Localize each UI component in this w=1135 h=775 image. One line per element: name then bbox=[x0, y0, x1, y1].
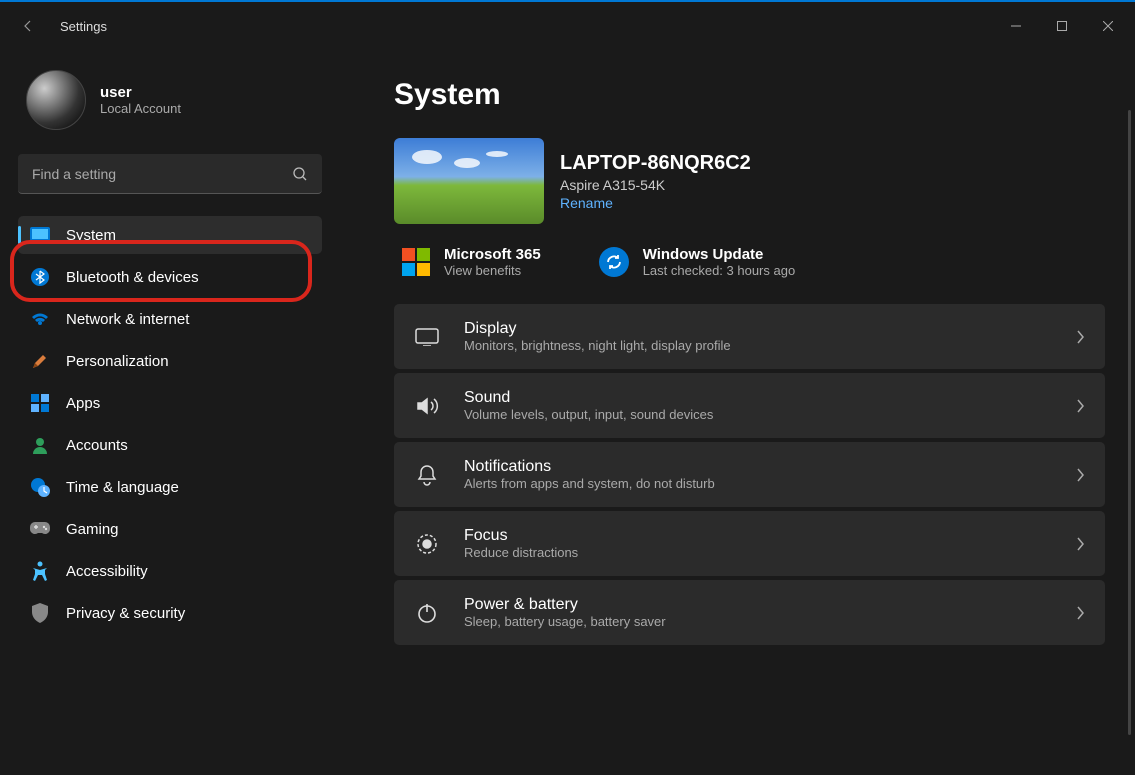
arrow-left-icon bbox=[20, 18, 36, 34]
card-title: Focus bbox=[464, 527, 1051, 545]
sidebar-item-apps[interactable]: Apps bbox=[18, 384, 322, 422]
card-sub: Reduce distractions bbox=[464, 545, 1051, 560]
update-icon bbox=[599, 247, 629, 277]
user-name: user bbox=[100, 84, 181, 101]
sidebar-item-label: Gaming bbox=[66, 521, 119, 538]
maximize-button[interactable] bbox=[1039, 10, 1085, 42]
card-sub: Volume levels, output, input, sound devi… bbox=[464, 407, 1051, 422]
windows-update-card[interactable]: Windows Update Last checked: 3 hours ago bbox=[599, 246, 796, 278]
minimize-icon bbox=[1011, 21, 1021, 31]
microsoft-365-card[interactable]: Microsoft 365 View benefits bbox=[402, 246, 541, 278]
card-power[interactable]: Power & battery Sleep, battery usage, ba… bbox=[394, 580, 1105, 645]
page-title: System bbox=[394, 78, 1105, 112]
close-icon bbox=[1103, 21, 1113, 31]
sidebar-item-label: Time & language bbox=[66, 479, 179, 496]
user-block[interactable]: user Local Account bbox=[18, 70, 322, 130]
card-focus[interactable]: Focus Reduce distractions bbox=[394, 511, 1105, 576]
settings-window: Settings user Local Account bbox=[0, 0, 1135, 775]
nav: System Bluetooth & devices Network & int… bbox=[18, 216, 322, 632]
maximize-icon bbox=[1057, 21, 1067, 31]
update-sub: Last checked: 3 hours ago bbox=[643, 263, 796, 278]
device-row: LAPTOP-86NQR6C2 Aspire A315-54K Rename bbox=[394, 138, 1105, 224]
chevron-right-icon bbox=[1075, 536, 1085, 552]
person-icon bbox=[30, 435, 50, 455]
device-name: LAPTOP-86NQR6C2 bbox=[560, 152, 751, 175]
card-title: Display bbox=[464, 320, 1051, 338]
back-button[interactable] bbox=[16, 14, 40, 38]
chevron-right-icon bbox=[1075, 605, 1085, 621]
microsoft-logo-icon bbox=[402, 248, 430, 276]
sidebar-item-accounts[interactable]: Accounts bbox=[18, 426, 322, 464]
device-model: Aspire A315-54K bbox=[560, 177, 751, 193]
info-row: Microsoft 365 View benefits Windows Upda… bbox=[394, 246, 1105, 278]
settings-cards: Display Monitors, brightness, night ligh… bbox=[394, 304, 1105, 645]
update-title: Windows Update bbox=[643, 246, 796, 263]
apps-icon bbox=[30, 393, 50, 413]
chevron-right-icon bbox=[1075, 398, 1085, 414]
focus-icon bbox=[414, 533, 440, 555]
card-sub: Monitors, brightness, night light, displ… bbox=[464, 338, 1051, 353]
minimize-button[interactable] bbox=[993, 10, 1039, 42]
desktop-wallpaper-thumbnail bbox=[394, 138, 544, 224]
wifi-icon bbox=[30, 309, 50, 329]
rename-link[interactable]: Rename bbox=[560, 195, 751, 211]
window-controls bbox=[993, 10, 1131, 42]
scrollbar[interactable] bbox=[1128, 110, 1131, 735]
sidebar-item-label: Apps bbox=[66, 395, 100, 412]
power-icon bbox=[414, 602, 440, 624]
sound-icon bbox=[414, 396, 440, 416]
chevron-right-icon bbox=[1075, 329, 1085, 345]
sidebar-item-label: Network & internet bbox=[66, 311, 189, 328]
close-button[interactable] bbox=[1085, 10, 1131, 42]
bluetooth-icon bbox=[30, 267, 50, 287]
sidebar-item-label: Accessibility bbox=[66, 563, 148, 580]
card-display[interactable]: Display Monitors, brightness, night ligh… bbox=[394, 304, 1105, 369]
sidebar-item-gaming[interactable]: Gaming bbox=[18, 510, 322, 548]
search-icon bbox=[292, 166, 308, 182]
titlebar: Settings bbox=[0, 2, 1135, 50]
clock-globe-icon bbox=[30, 477, 50, 497]
search bbox=[18, 154, 322, 194]
sidebar-item-time-language[interactable]: Time & language bbox=[18, 468, 322, 506]
main-content[interactable]: System LAPTOP-86NQR6C2 Aspire A315-54K R… bbox=[340, 50, 1135, 775]
avatar bbox=[26, 70, 86, 130]
card-sub: Alerts from apps and system, do not dist… bbox=[464, 476, 1051, 491]
card-sub: Sleep, battery usage, battery saver bbox=[464, 614, 1051, 629]
paintbrush-icon bbox=[30, 351, 50, 371]
chevron-right-icon bbox=[1075, 467, 1085, 483]
sidebar-item-label: Accounts bbox=[66, 437, 128, 454]
ms365-sub: View benefits bbox=[444, 263, 541, 278]
sidebar-item-label: Privacy & security bbox=[66, 605, 185, 622]
sidebar-item-personalization[interactable]: Personalization bbox=[18, 342, 322, 380]
display-icon bbox=[414, 328, 440, 346]
shield-icon bbox=[30, 603, 50, 623]
card-title: Sound bbox=[464, 389, 1051, 407]
sidebar-item-bluetooth[interactable]: Bluetooth & devices bbox=[18, 258, 322, 296]
sidebar-item-label: System bbox=[66, 227, 116, 244]
gamepad-icon bbox=[30, 519, 50, 539]
card-sound[interactable]: Sound Volume levels, output, input, soun… bbox=[394, 373, 1105, 438]
sidebar-item-accessibility[interactable]: Accessibility bbox=[18, 552, 322, 590]
app-title: Settings bbox=[60, 19, 107, 34]
accessibility-icon bbox=[30, 561, 50, 581]
user-account-type: Local Account bbox=[100, 101, 181, 116]
card-title: Power & battery bbox=[464, 596, 1051, 614]
sidebar-item-network[interactable]: Network & internet bbox=[18, 300, 322, 338]
card-notifications[interactable]: Notifications Alerts from apps and syste… bbox=[394, 442, 1105, 507]
sidebar: user Local Account System Bluetooth & de… bbox=[0, 50, 340, 775]
card-title: Notifications bbox=[464, 458, 1051, 476]
sidebar-item-label: Bluetooth & devices bbox=[66, 269, 199, 286]
sidebar-item-system[interactable]: System bbox=[18, 216, 322, 254]
sidebar-item-label: Personalization bbox=[66, 353, 169, 370]
search-input[interactable] bbox=[18, 154, 322, 194]
sidebar-item-privacy[interactable]: Privacy & security bbox=[18, 594, 322, 632]
ms365-title: Microsoft 365 bbox=[444, 246, 541, 263]
system-icon bbox=[30, 225, 50, 245]
bell-icon bbox=[414, 464, 440, 486]
